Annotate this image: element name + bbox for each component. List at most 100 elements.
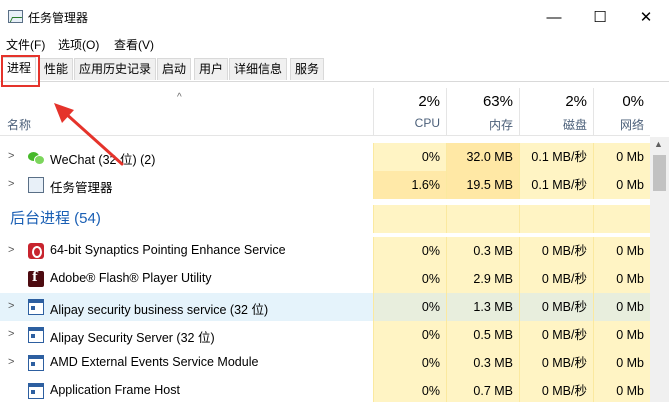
group-header[interactable]: 后台进程 (54) [0, 205, 650, 233]
process-name: AMD External Events Service Module [50, 355, 259, 369]
title-bar: 任务管理器 — ☐ ✕ [0, 0, 669, 34]
process-name: 任务管理器 [50, 181, 113, 195]
cpu-label: CPU [414, 116, 440, 130]
network-value: 0 Mb [593, 237, 650, 265]
cpu-value: 0% [373, 265, 446, 293]
process-row[interactable]: > 任务管理器 1.6% 19.5 MB 0.1 MB/秒 0 Mb [0, 171, 650, 199]
disk-label: 磁盘 [562, 118, 587, 132]
disk-value: 0 MB/秒 [519, 237, 593, 265]
wechat-icon [28, 149, 45, 165]
expand-chevron-icon[interactable]: > [8, 244, 14, 256]
tab-processes[interactable]: 进程 [2, 57, 37, 81]
process-row[interactable]: > AMD External Events Service Module 0% … [0, 349, 650, 377]
menu-options[interactable]: 选项(O) [58, 36, 99, 53]
network-value: 0 Mb [593, 321, 650, 349]
memory-value: 19.5 MB [446, 171, 519, 199]
service-icon [28, 355, 44, 371]
expand-chevron-icon[interactable]: > [8, 300, 14, 312]
menu-file[interactable]: 文件(F) [6, 36, 45, 53]
tab-app-history[interactable]: 应用历史记录 [74, 58, 157, 80]
process-list: > WeChat (32 位) (2) 0% 32.0 MB 0.1 MB/秒 … [0, 137, 650, 402]
expand-chevron-icon[interactable]: > [8, 150, 14, 162]
cpu-value: 0% [373, 293, 446, 321]
process-row[interactable]: Adobe® Flash® Player Utility 0% 2.9 MB 0… [0, 265, 650, 293]
cpu-value: 0% [373, 349, 446, 377]
process-name: Application Frame Host [50, 383, 180, 397]
expand-chevron-icon[interactable]: > [8, 328, 14, 340]
service-icon [28, 383, 44, 399]
cpu-value: 0% [373, 321, 446, 349]
network-value: 0 Mb [593, 265, 650, 293]
process-row[interactable]: > Alipay security business service (32 位… [0, 293, 650, 321]
cpu-value: 0% [373, 143, 446, 171]
network-value: 0 Mb [593, 377, 650, 402]
memory-value: 1.3 MB [446, 293, 519, 321]
network-value: 0 Mb [593, 349, 650, 377]
memory-value: 2.9 MB [446, 265, 519, 293]
cpu-total: 2% [418, 93, 440, 110]
process-row[interactable]: Application Frame Host 0% 0.7 MB 0 MB/秒 … [0, 377, 650, 402]
cpu-value: 1.6% [373, 171, 446, 199]
process-row[interactable]: > 64-bit Synaptics Pointing Enhance Serv… [0, 237, 650, 265]
tab-details[interactable]: 详细信息 [229, 58, 288, 80]
process-name: Alipay security business service (32 位) [50, 303, 269, 317]
background-processes-heading: 后台进程 (54) [10, 210, 101, 227]
process-row[interactable]: > Alipay Security Server (32 位) 0% 0.5 M… [0, 321, 650, 349]
scroll-thumb[interactable] [653, 155, 666, 191]
window-title: 任务管理器 [28, 11, 89, 25]
network-value: 0 Mb [593, 143, 650, 171]
column-name[interactable]: 名称 [7, 116, 31, 133]
memory-value: 0.3 MB [446, 349, 519, 377]
disk-value: 0 MB/秒 [519, 293, 593, 321]
memory-total: 63% [482, 93, 513, 110]
network-label: 网络 [619, 118, 644, 132]
flash-icon [28, 270, 44, 287]
column-network[interactable]: 0% 网络 [593, 88, 650, 136]
process-name: WeChat (32 位) (2) [50, 153, 156, 167]
menu-bar: 文件(F) 选项(O) 查看(V) [0, 34, 669, 54]
network-total: 0% [622, 93, 644, 110]
disk-value: 0 MB/秒 [519, 321, 593, 349]
service-icon [28, 299, 44, 315]
disk-value: 0 MB/秒 [519, 265, 593, 293]
tab-users[interactable]: 用户 [194, 58, 229, 80]
column-cpu[interactable]: 2% CPU [373, 88, 446, 136]
minimize-button[interactable]: — [531, 0, 577, 34]
process-name: 64-bit Synaptics Pointing Enhance Servic… [50, 243, 286, 257]
network-value: 0 Mb [593, 171, 650, 199]
maximize-button[interactable]: ☐ [577, 0, 623, 34]
service-icon [28, 327, 44, 343]
process-name: Alipay Security Server (32 位) [50, 331, 215, 345]
disk-value: 0.1 MB/秒 [519, 143, 593, 171]
column-memory[interactable]: 63% 内存 [446, 88, 519, 136]
memory-value: 0.5 MB [446, 321, 519, 349]
memory-value: 0.3 MB [446, 237, 519, 265]
cpu-value: 0% [373, 237, 446, 265]
tab-services[interactable]: 服务 [290, 58, 325, 80]
close-button[interactable]: ✕ [623, 0, 669, 34]
tab-bar: 进程 性能 应用历史记录 启动 用户 详细信息 服务 [0, 54, 669, 82]
disk-value: 0.1 MB/秒 [519, 171, 593, 199]
memory-value: 32.0 MB [446, 143, 519, 171]
task-manager-icon [8, 10, 23, 23]
disk-total: 2% [565, 93, 587, 110]
menu-view[interactable]: 查看(V) [114, 36, 154, 53]
synaptics-icon [28, 243, 44, 259]
column-header: ^ 名称 2% CPU 63% 内存 2% 磁盘 0% 网络 [0, 88, 669, 136]
cpu-value: 0% [373, 377, 446, 402]
expand-chevron-icon[interactable]: > [8, 356, 14, 368]
column-disk[interactable]: 2% 磁盘 [519, 88, 593, 136]
tab-startup[interactable]: 启动 [157, 58, 192, 80]
scroll-up-icon[interactable]: ▲ [654, 139, 663, 149]
process-row[interactable]: > WeChat (32 位) (2) 0% 32.0 MB 0.1 MB/秒 … [0, 143, 650, 171]
sort-up-icon: ^ [177, 92, 182, 103]
process-name: Adobe® Flash® Player Utility [50, 271, 212, 285]
disk-value: 0 MB/秒 [519, 377, 593, 402]
disk-value: 0 MB/秒 [519, 349, 593, 377]
expand-chevron-icon[interactable]: > [8, 178, 14, 190]
memory-value: 0.7 MB [446, 377, 519, 402]
vertical-scrollbar[interactable]: ▲ [650, 137, 669, 402]
task-manager-icon [28, 177, 44, 193]
tab-performance[interactable]: 性能 [39, 58, 74, 80]
network-value: 0 Mb [593, 293, 650, 321]
